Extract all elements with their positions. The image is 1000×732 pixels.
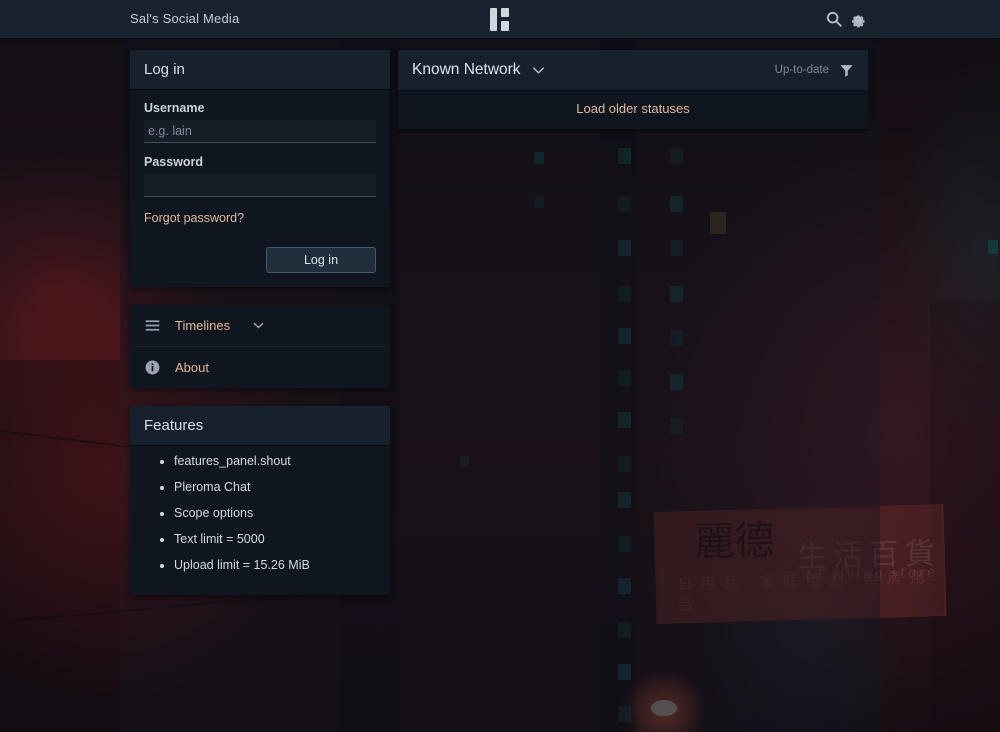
- sidebar-item-label-timelines: Timelines: [175, 318, 231, 333]
- list-item: features_panel.shout: [174, 451, 376, 471]
- username-label: Username: [144, 101, 205, 115]
- hamburger-icon: [145, 320, 160, 331]
- search-icon[interactable]: [825, 10, 843, 28]
- gear-icon[interactable]: [849, 10, 867, 28]
- navigation-panel: Timelines About: [130, 305, 390, 388]
- features-panel: Features features_panel.shout Pleroma Ch…: [130, 406, 390, 595]
- timeline-title-group[interactable]: Known Network: [412, 61, 546, 79]
- login-panel-body: Username Password Forgot password? Log i…: [130, 89, 390, 287]
- sidebar-item-label-about: About: [175, 360, 209, 375]
- timeline-status-text: Up-to-date: [774, 64, 829, 76]
- login-submit-button[interactable]: Log in: [266, 247, 376, 273]
- pleroma-logo-icon[interactable]: [490, 8, 512, 31]
- list-item: Text limit = 5000: [174, 529, 376, 549]
- sidebar-column: Log in Username Password Forgot password…: [130, 50, 390, 613]
- password-input[interactable]: [144, 174, 376, 197]
- features-panel-body: features_panel.shout Pleroma Chat Scope …: [130, 451, 390, 595]
- list-item: Upload limit = 15.26 MiB: [174, 555, 376, 575]
- features-list: features_panel.shout Pleroma Chat Scope …: [144, 451, 376, 575]
- main-column: Known Network Up-to-date Load older stat…: [398, 50, 868, 147]
- login-panel-heading: Log in: [130, 50, 390, 89]
- forgot-password-link[interactable]: Forgot password?: [144, 211, 244, 225]
- username-input[interactable]: [144, 120, 376, 143]
- sidebar-item-about[interactable]: About: [130, 347, 390, 388]
- chevron-down-icon[interactable]: [252, 319, 265, 332]
- login-button-row: Log in: [144, 247, 376, 273]
- features-panel-heading: Features: [130, 406, 390, 445]
- filter-funnel-icon[interactable]: [839, 63, 854, 78]
- sidebar-item-timelines[interactable]: Timelines: [130, 305, 390, 347]
- load-older-statuses-button[interactable]: Load older statuses: [398, 90, 868, 129]
- timeline-title: Known Network: [412, 61, 521, 78]
- login-panel: Log in Username Password Forgot password…: [130, 50, 390, 287]
- top-navigation-bar: Sal's Social Media: [0, 0, 1000, 38]
- info-circle-icon: [145, 360, 160, 375]
- site-title: Sal's Social Media: [130, 11, 240, 26]
- list-item: Pleroma Chat: [174, 477, 376, 497]
- timeline-status-group: Up-to-date: [775, 63, 854, 78]
- chevron-down-icon[interactable]: [531, 63, 546, 78]
- timeline-panel-heading: Known Network Up-to-date: [398, 50, 868, 90]
- list-item: Scope options: [174, 503, 376, 523]
- timeline-panel: Known Network Up-to-date Load older stat…: [398, 50, 868, 129]
- password-label: Password: [144, 155, 204, 169]
